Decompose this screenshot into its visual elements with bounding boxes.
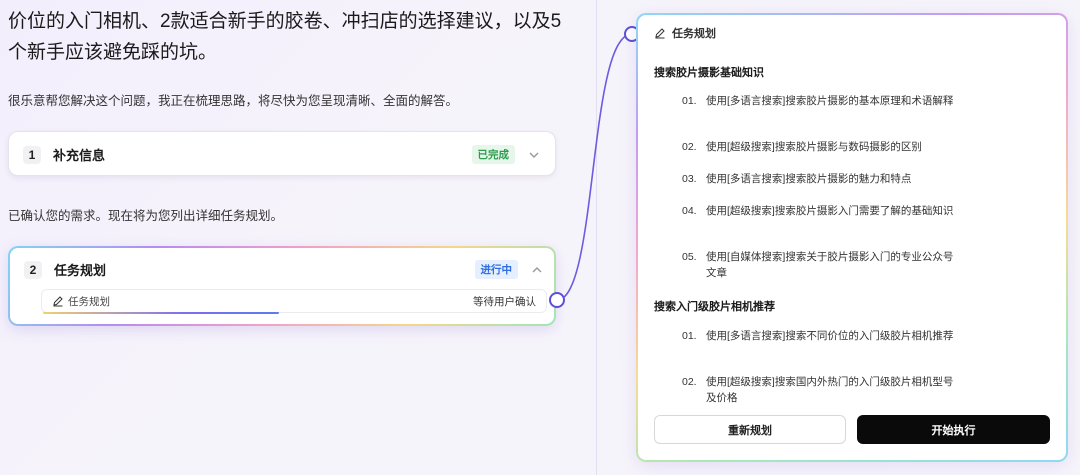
- plan-item: 02. 使用[超级搜索]搜索胶片摄影与数码摄影的区别: [682, 141, 922, 153]
- replan-button[interactable]: 重新规划: [654, 415, 846, 444]
- response-heading: 价位的入门相机、2款适合新手的胶卷、冲扫店的选择建议，以及5个新手应该避免踩的坑…: [8, 11, 562, 63]
- subtask-status: 等待用户确认: [473, 295, 536, 308]
- step-number: 2: [24, 260, 42, 279]
- plan-item: 04. 使用[超级搜索]搜索胶片摄影入门需要了解的基础知识: [682, 205, 954, 217]
- section-title: 搜索入门级胶片相机推荐: [654, 301, 775, 313]
- pencil-icon: [53, 296, 63, 307]
- plan-item: 01. 使用[多语言搜索]搜索不同价位的入门级胶片相机推荐: [682, 330, 954, 342]
- execute-button[interactable]: 开始执行: [857, 415, 1050, 444]
- plan-item: 01. 使用[多语言搜索]搜索胶片摄影的基本原理和术语解释: [682, 95, 954, 107]
- subtask-label: 任务规划: [68, 295, 110, 308]
- confirm-text: 已确认您的需求。现在将为您列出详细任务规划。: [8, 209, 284, 223]
- chevron-up-icon[interactable]: [530, 263, 544, 277]
- plan-item: 03. 使用[多语言搜索]搜索胶片摄影的魅力和特点: [682, 173, 912, 185]
- section-title: 搜索胶片摄影基础知识: [654, 67, 764, 79]
- status-badge-progress: 进行中: [474, 260, 518, 279]
- panel-header: 任务规划: [654, 25, 716, 41]
- pencil-icon: [655, 28, 665, 39]
- step-title: 任务规划: [54, 263, 107, 278]
- chat-area: 价位的入门相机、2款适合新手的胶卷、冲扫店的选择建议，以及5个新手应该避免踩的坑…: [0, 0, 595, 475]
- step-card-planning[interactable]: 2 任务规划 进行中 任务规划 等待用户确认: [8, 246, 556, 326]
- chevron-down-icon[interactable]: [527, 148, 541, 162]
- progress-bar: [43, 312, 279, 314]
- intro-text: 很乐意帮您解决这个问题，我正在梳理思路，将尽快为您呈现清晰、全面的解答。: [8, 94, 459, 108]
- panel-title: 任务规划: [672, 28, 716, 40]
- connector-line: [549, 26, 640, 308]
- status-badge-done: 已完成: [471, 145, 515, 164]
- step-title: 补充信息: [53, 148, 106, 163]
- plan-item: 02. 使用[超级搜索]搜索国内外热门的入门级胶片相机型号及价格: [682, 376, 954, 404]
- step-card-supplement[interactable]: 1 补充信息 已完成: [8, 131, 556, 176]
- plan-item: 05. 使用[自媒体搜索]搜索关于胶片摄影入门的专业公众号文章: [682, 251, 954, 279]
- task-plan-panel: 任务规划 搜索胶片摄影基础知识 01. 使用[多语言搜索]搜索胶片摄影的基本原理和…: [636, 13, 1068, 462]
- plan-subtask-row[interactable]: 任务规划 等待用户确认: [41, 289, 547, 313]
- step-number: 1: [23, 145, 41, 164]
